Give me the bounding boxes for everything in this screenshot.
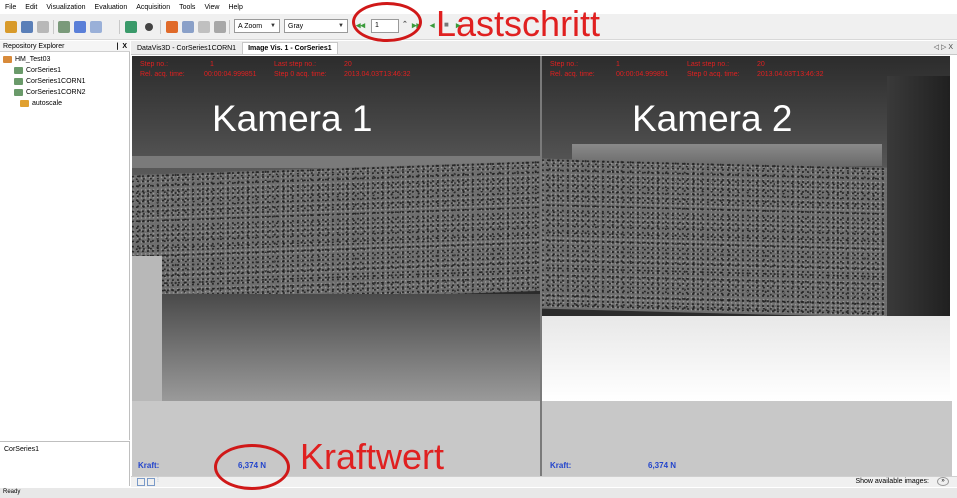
series-icon <box>14 67 23 74</box>
tree-item-label: autoscale <box>32 100 62 107</box>
layout-icon[interactable] <box>90 21 102 33</box>
chevron-down-icon: ▼ <box>270 23 276 29</box>
force-label: Kraft: <box>138 461 160 470</box>
tree-item[interactable]: CorSeries1CORN2 <box>14 89 86 96</box>
chevron-down-icon: ▼ <box>338 23 344 29</box>
rel-time-value: 00:00:04.999851 <box>204 71 257 78</box>
filter-icon[interactable] <box>166 21 178 33</box>
fixture-right <box>887 76 950 316</box>
tree-item-label: CorSeries1 <box>26 67 62 74</box>
rel-time-value: 00:00:04.999851 <box>616 71 669 78</box>
menu-file[interactable]: File <box>5 4 16 11</box>
last-step-value: 20 <box>757 61 765 68</box>
record-icon[interactable] <box>145 23 153 31</box>
properties-panel: CorSeries1 <box>0 441 130 486</box>
status-bar: Ready <box>0 488 957 498</box>
print-icon[interactable] <box>58 21 70 33</box>
camera-lower-area <box>132 294 540 401</box>
menu-edit[interactable]: Edit <box>25 4 37 11</box>
tab-image-vis[interactable]: Image Vis. 1 - CorSeries1 <box>242 42 338 54</box>
zoom-select-value: A Zoom <box>238 22 263 30</box>
menu-acquisition[interactable]: Acquisition <box>136 4 170 11</box>
repository-header: Repository Explorer ❘ X <box>0 41 130 52</box>
tree-item[interactable]: autoscale <box>20 100 62 107</box>
cut-icon[interactable] <box>74 21 86 33</box>
menu-visualization[interactable]: Visualization <box>46 4 85 11</box>
repository-title: Repository Explorer <box>3 42 65 50</box>
series-icon <box>14 89 23 96</box>
layout-single-icon[interactable] <box>137 478 145 486</box>
force-annotation-ring <box>214 444 290 490</box>
fixture-left <box>132 256 162 401</box>
export-icon[interactable] <box>214 21 226 33</box>
step-no-label: Step no.: <box>140 61 169 68</box>
last-step-value: 20 <box>344 61 352 68</box>
tree-item-label: CorSeries1CORN2 <box>26 89 86 96</box>
force-label: Kraft: <box>550 461 572 470</box>
step-annotation-ring <box>352 2 422 42</box>
tree-root[interactable]: HM_Test03 <box>3 56 50 63</box>
toolbar-separator <box>160 20 161 34</box>
toolbar-separator <box>53 20 54 34</box>
evaluate-icon[interactable] <box>125 21 137 33</box>
status-text: Ready <box>3 489 21 495</box>
grid-icon[interactable] <box>182 21 194 33</box>
colormap-select[interactable]: Gray ▼ <box>284 19 348 33</box>
tree-item[interactable]: CorSeries1 <box>14 67 61 74</box>
open-project-icon[interactable] <box>5 21 17 33</box>
save-as-icon[interactable] <box>37 21 49 33</box>
layout-columns-icon[interactable]: ⫶ <box>157 477 159 485</box>
step-no-value: 1 <box>210 61 214 68</box>
menu-view[interactable]: View <box>204 4 219 11</box>
show-images-label: Show available images: <box>855 478 929 485</box>
last-step-label: Last step no.: <box>274 61 317 68</box>
properties-label: CorSeries1 <box>4 446 40 453</box>
project-icon <box>3 56 12 63</box>
toolbar-separator <box>229 20 230 34</box>
play-back-icon[interactable]: ◂ <box>430 20 435 31</box>
step-no-value: 1 <box>616 61 620 68</box>
tree-item[interactable]: CorSeries1CORN1 <box>14 78 86 85</box>
menu-evaluation[interactable]: Evaluation <box>95 4 128 11</box>
camera-2-info: Kraft: 6,374 N <box>542 401 952 486</box>
expand-images-icon[interactable]: » <box>937 477 949 486</box>
autoscale-icon <box>20 100 29 107</box>
step-annotation-label: Lastschritt <box>436 3 601 44</box>
camera-1-label: Kamera 1 <box>212 98 373 139</box>
step0-time-label: Step 0 acq. time: <box>274 71 327 78</box>
tab-controls[interactable]: ◁ ▷ X <box>934 43 953 51</box>
toolbar-separator <box>119 20 120 34</box>
step0-time-label: Step 0 acq. time: <box>687 71 740 78</box>
force-value: 6,374 N <box>648 461 677 470</box>
colormap-select-value: Gray <box>288 22 304 30</box>
save-icon[interactable] <box>21 21 33 33</box>
force-annotation-label: Kraftwert <box>300 436 445 477</box>
specimen-speckle <box>132 160 540 306</box>
measure-icon[interactable] <box>198 21 210 33</box>
step0-time-value: 2013.04.03T13:46:32 <box>757 71 824 78</box>
rel-time-label: Rel. acq. time: <box>550 71 595 78</box>
step0-time-value: 2013.04.03T13:46:32 <box>344 71 411 78</box>
repository-tree: HM_Test03 CorSeries1 CorSeries1CORN1 Cor… <box>0 52 130 440</box>
tree-root-label: HM_Test03 <box>15 56 51 63</box>
camera-2-view[interactable]: Step no.: 1 Last step no.: 20 Rel. acq. … <box>542 56 950 401</box>
step-no-label: Step no.: <box>550 61 579 68</box>
menu-help[interactable]: Help <box>228 4 242 11</box>
tree-item-label: CorSeries1CORN1 <box>26 78 86 85</box>
rel-time-label: Rel. acq. time: <box>140 71 185 78</box>
last-step-label: Last step no.: <box>687 61 730 68</box>
menu-tools[interactable]: Tools <box>179 4 195 11</box>
camera-1-view[interactable]: Step no.: 1 Last step no.: 20 Rel. acq. … <box>132 56 540 401</box>
panel-pin-close[interactable]: ❘ X <box>115 42 127 50</box>
camera-lower-area <box>542 316 950 401</box>
series-icon <box>14 78 23 85</box>
layout-split-icon[interactable] <box>147 478 155 486</box>
camera-2-label: Kamera 2 <box>632 98 793 139</box>
zoom-select[interactable]: A Zoom ▼ <box>234 19 280 33</box>
tab-datavis3d[interactable]: DataVis3D - CorSeries1CORN1 <box>131 42 242 54</box>
